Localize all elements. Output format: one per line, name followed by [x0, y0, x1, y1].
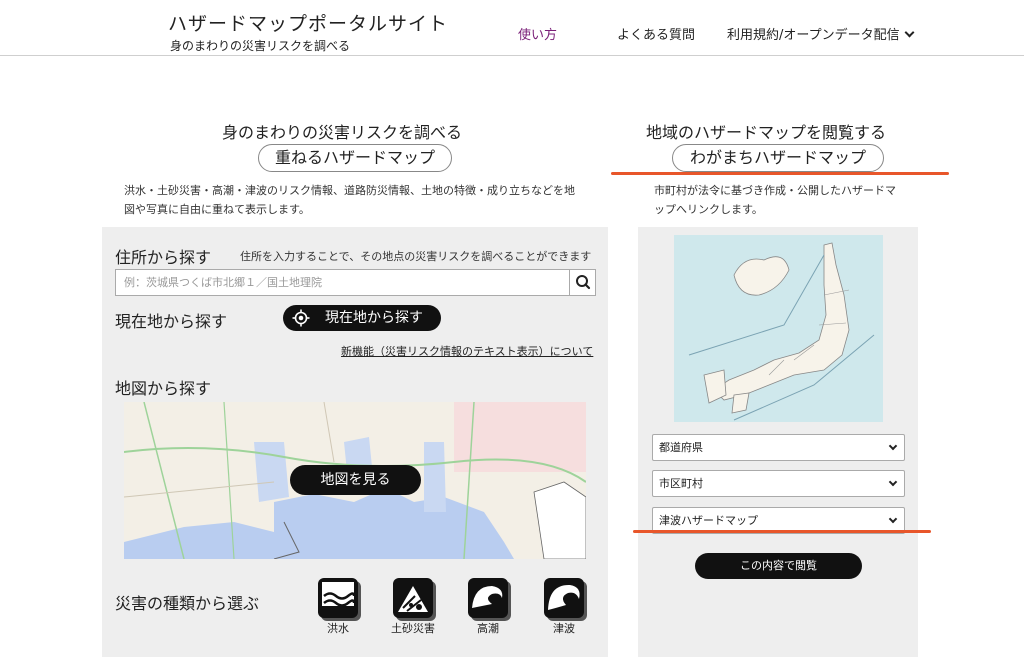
storm-surge-icon-button[interactable]	[468, 578, 508, 618]
prefecture-select[interactable]: 都道府県	[652, 434, 905, 461]
locate-icon	[292, 309, 310, 327]
tsunami-label: 津波	[553, 622, 575, 635]
landslide-icon	[398, 586, 428, 612]
view-map-button[interactable]: 地図を見る	[290, 465, 421, 495]
address-search-box	[115, 269, 596, 296]
japan-map[interactable]	[674, 235, 883, 422]
right-description-line: 市町村が法令に基づき作成・公開したハザードマ	[654, 184, 896, 197]
right-description-line: ップへリンクします。	[654, 203, 763, 216]
current-location-label: 現在地から探す	[115, 312, 228, 331]
nav-terms-menu[interactable]: 利用規約/オープンデータ配信	[727, 24, 915, 43]
tsunami-icon	[548, 584, 580, 610]
nav-faq[interactable]: よくある質問	[617, 24, 695, 43]
flood-label: 洪水	[327, 622, 349, 635]
new-feature-link[interactable]: 新機能（災害リスク情報のテキスト表示）について	[341, 343, 593, 359]
address-search-label: 住所から探す	[115, 248, 212, 267]
chevron-down-icon	[888, 514, 898, 524]
current-location-button-label: 現在地から探す	[325, 310, 423, 326]
address-search-input[interactable]	[116, 270, 569, 295]
municipality-select[interactable]: 市区町村	[652, 470, 905, 497]
left-description-line: 洪水・土砂災害・高潮・津波のリスク情報、道路防災情報、土地の特徴・成り立ちなどを…	[124, 184, 575, 197]
right-heading: 地域のハザードマップを閲覧する	[646, 123, 887, 142]
prefecture-select-value: 都道府県	[659, 441, 703, 454]
municipality-select-value: 市区町村	[659, 477, 703, 490]
map-type-select-value: 津波ハザードマップ	[659, 514, 758, 527]
japan-map-image	[674, 235, 883, 422]
site-title[interactable]: ハザードマップポータルサイト	[168, 9, 448, 36]
highlight-underline	[611, 172, 949, 175]
right-description: 市町村が法令に基づき作成・公開したハザードマ ップへリンクします。	[654, 181, 904, 219]
left-description-line: 図や写真に自由に重ねて表示します。	[124, 203, 310, 216]
flood-icon	[322, 582, 356, 614]
left-description: 洪水・土砂災害・高潮・津波のリスク情報、道路防災情報、土地の特徴・成り立ちなどを…	[124, 181, 594, 219]
view-selected-map-button[interactable]: この内容で閲覧	[695, 553, 862, 579]
left-heading: 身のまわりの災害リスクを調べる	[222, 123, 463, 142]
landslide-label: 土砂災害	[391, 622, 435, 635]
nav-terms-label: 利用規約/オープンデータ配信	[727, 28, 900, 43]
site-header: ハザードマップポータルサイト 身のまわりの災害リスクを調べる 使い方 よくある質…	[0, 0, 1024, 56]
search-button[interactable]	[569, 270, 595, 295]
address-search-hint: 住所を入力することで、その地点の災害リスクを調べることができます	[240, 250, 592, 263]
map-search-label: 地図から探す	[115, 379, 212, 398]
chevron-down-icon	[888, 477, 898, 487]
storm-surge-label: 高潮	[477, 622, 499, 635]
current-location-button[interactable]: 現在地から探す	[283, 305, 441, 331]
highlight-underline	[633, 530, 931, 533]
map-preview[interactable]: 地図を見る	[124, 402, 586, 559]
nav-howto[interactable]: 使い方	[518, 24, 557, 43]
site-subtitle: 身のまわりの災害リスクを調べる	[170, 39, 351, 53]
chevron-down-icon	[888, 441, 898, 451]
landslide-icon-button[interactable]	[393, 578, 433, 618]
overlay-hazard-map-title[interactable]: 重ねるハザードマップ	[258, 144, 452, 172]
disaster-type-label: 災害の種類から選ぶ	[115, 594, 260, 613]
local-hazard-map-title[interactable]: わがまちハザードマップ	[672, 144, 884, 172]
search-icon	[576, 275, 591, 290]
flood-icon-button[interactable]	[318, 578, 358, 618]
storm-surge-icon	[472, 586, 503, 608]
chevron-down-icon	[904, 27, 915, 38]
tsunami-icon-button[interactable]	[544, 578, 584, 618]
